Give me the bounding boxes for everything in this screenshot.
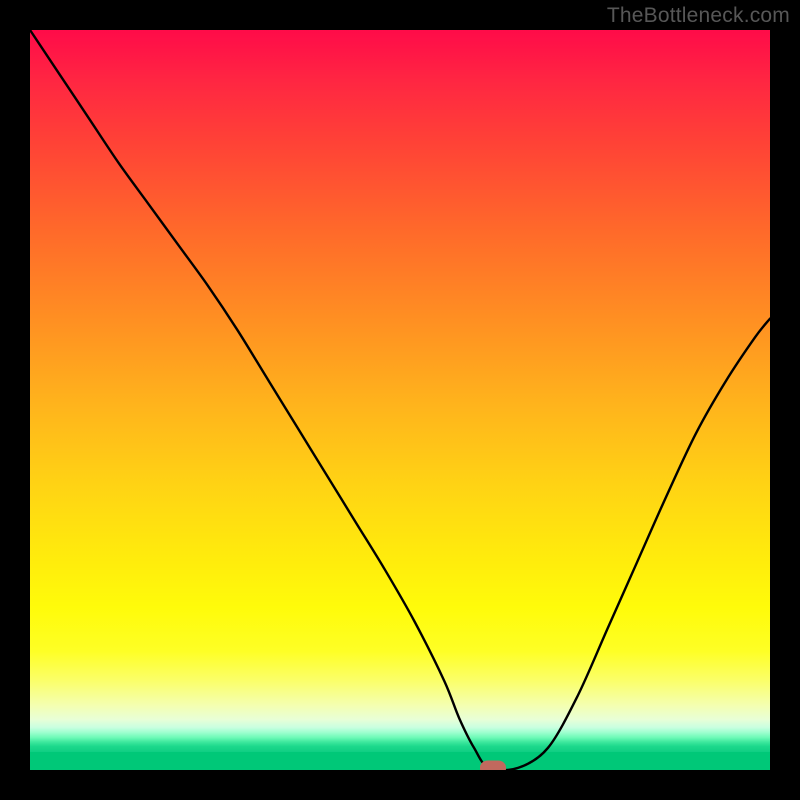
curve-svg [30, 30, 770, 770]
optimal-marker [480, 760, 506, 770]
bottleneck-curve [30, 30, 770, 770]
watermark-text: TheBottleneck.com [607, 4, 790, 28]
plot-area [30, 30, 770, 770]
